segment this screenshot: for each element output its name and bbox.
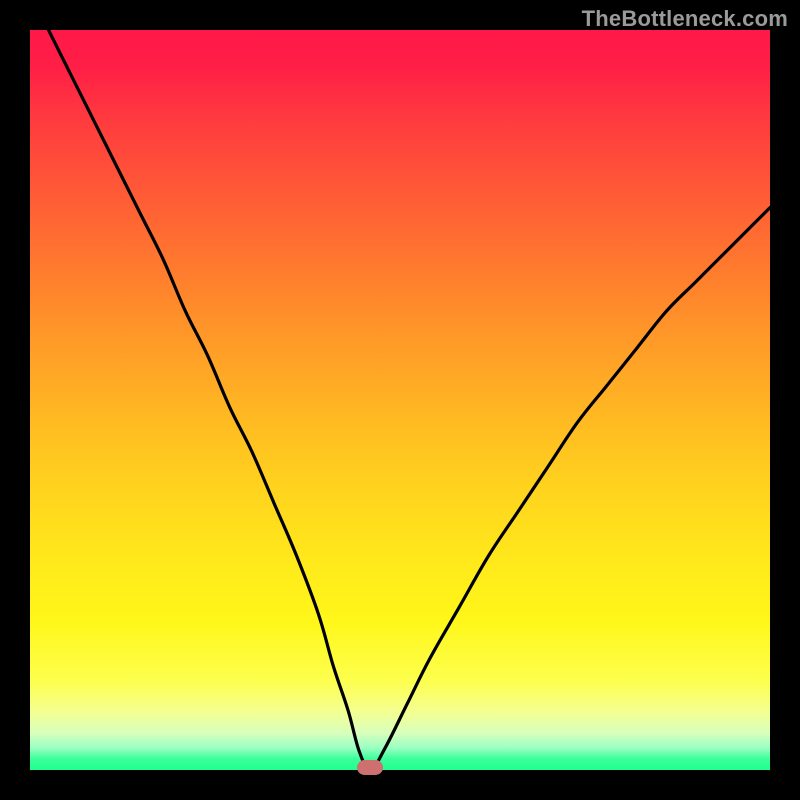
- bottleneck-curve: [30, 30, 770, 770]
- watermark-text: TheBottleneck.com: [582, 6, 788, 32]
- chart-frame: TheBottleneck.com: [0, 0, 800, 800]
- minimum-marker: [357, 760, 383, 775]
- plot-area: [30, 30, 770, 770]
